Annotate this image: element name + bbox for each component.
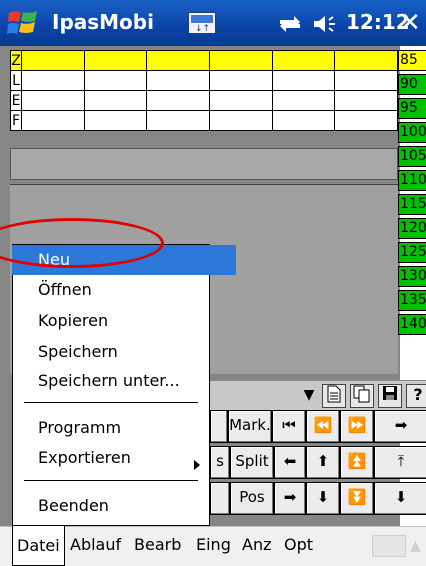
menubar-ablauf[interactable]: Ablauf — [70, 532, 121, 558]
keyboard-icon[interactable] — [372, 535, 406, 557]
menu-item-oeffnen[interactable]: Öffnen — [12, 275, 236, 305]
skip-to-start-button[interactable]: ⏮ — [272, 410, 306, 443]
menubar-anz[interactable]: Anz — [242, 532, 271, 558]
table-cell[interactable] — [83, 110, 148, 131]
fast-back-button[interactable]: ⏪ — [306, 410, 340, 443]
table-cell[interactable] — [271, 90, 336, 111]
table-cell[interactable] — [271, 110, 336, 131]
double-arrow-down-button[interactable]: ⏬ — [340, 482, 374, 515]
row-label: E — [10, 90, 22, 111]
table-row: L — [10, 70, 398, 91]
value-cell[interactable]: 110 — [398, 170, 426, 191]
menu-item-speichern[interactable]: Speichern — [12, 337, 236, 367]
close-button[interactable]: ✕ — [396, 7, 424, 39]
menubar-bearb[interactable]: Bearb — [134, 532, 181, 558]
arrow-down-button[interactable]: ⬇ — [306, 482, 340, 515]
table-cell[interactable] — [83, 70, 148, 91]
pos-button[interactable]: Pos — [230, 482, 274, 515]
value-cell[interactable]: 140 — [398, 314, 426, 335]
table-row: Z — [10, 50, 398, 71]
menu-item-exportieren[interactable]: Exportieren — [12, 443, 236, 473]
value-cell[interactable]: 85 — [398, 50, 426, 71]
value-cell[interactable]: 130 — [398, 266, 426, 287]
copy-document-icon[interactable] — [350, 384, 374, 408]
submenu-arrow-icon — [194, 460, 200, 470]
menu-separator — [24, 402, 198, 403]
save-disk-icon[interactable] — [378, 384, 402, 408]
table-cell[interactable] — [334, 90, 398, 111]
table-cell[interactable] — [208, 90, 273, 111]
connectivity-icon[interactable] — [276, 12, 304, 34]
keyboard-tray-icon[interactable]: ↓↑ — [188, 12, 216, 34]
table-cell[interactable] — [208, 50, 273, 71]
table-cell[interactable] — [208, 110, 273, 131]
table-cell[interactable] — [21, 90, 85, 111]
value-cell[interactable]: 125 — [398, 242, 426, 263]
value-cell[interactable]: 95 — [398, 98, 426, 119]
row-label: Z — [10, 50, 22, 71]
table-row: F — [10, 110, 398, 131]
table-cell[interactable] — [146, 110, 210, 131]
menu-item-speichern-unter[interactable]: Speichern unter... — [12, 366, 236, 396]
arrow-left-button[interactable]: ⬅ — [274, 446, 306, 479]
value-cell[interactable]: 90 — [398, 74, 426, 95]
arrow-up-button[interactable]: ⬆ — [306, 446, 340, 479]
row-label: L — [10, 70, 22, 91]
chevron-down-icon[interactable]: ▼ — [300, 384, 318, 406]
menubar-datei[interactable]: Datei — [12, 526, 65, 566]
table-cell[interactable] — [271, 50, 336, 71]
table-cell[interactable] — [208, 70, 273, 91]
split-button[interactable]: Split — [230, 446, 274, 479]
arrow-down-end-button[interactable]: ⬇ — [374, 482, 426, 515]
data-grid: Z L E F — [10, 50, 398, 131]
table-cell[interactable] — [334, 50, 398, 71]
menu-item-beenden[interactable]: Beenden — [12, 491, 236, 521]
table-cell[interactable] — [146, 70, 210, 91]
value-cell[interactable]: 100 — [398, 122, 426, 143]
value-cell[interactable]: 115 — [398, 194, 426, 215]
table-cell[interactable] — [83, 90, 148, 111]
menubar-eing[interactable]: Eing — [196, 532, 231, 558]
row-label: F — [10, 110, 22, 131]
svg-text:↓↑: ↓↑ — [195, 24, 210, 33]
table-cell[interactable] — [21, 50, 85, 71]
table-cell[interactable] — [21, 110, 85, 131]
table-cell[interactable] — [146, 50, 210, 71]
table-cell[interactable] — [271, 70, 336, 91]
help-icon[interactable]: ? — [406, 384, 426, 408]
speaker-icon[interactable] — [312, 13, 338, 35]
value-cell[interactable]: 120 — [398, 218, 426, 239]
table-cell[interactable] — [334, 70, 398, 91]
value-cell[interactable]: 135 — [398, 290, 426, 311]
table-row: E — [10, 90, 398, 111]
table-cell[interactable] — [21, 70, 85, 91]
chevron-up-icon[interactable]: ▲ — [410, 538, 421, 554]
fast-forward-button[interactable]: ⏩ — [340, 410, 374, 443]
document-icon[interactable] — [322, 384, 346, 408]
app-title: IpasMobi — [52, 10, 154, 34]
info-strip — [10, 148, 398, 180]
table-cell[interactable] — [146, 90, 210, 111]
arrow-up-end-button[interactable]: ⤒ — [374, 446, 426, 479]
menu-item-programm[interactable]: Programm — [12, 413, 236, 443]
table-cell[interactable] — [334, 110, 398, 131]
menu-separator — [24, 480, 198, 481]
value-cell[interactable]: 105 — [398, 146, 426, 167]
arrow-right-small-button[interactable]: ➡ — [274, 482, 306, 515]
table-cell[interactable] — [83, 50, 148, 71]
menubar-opt[interactable]: Opt — [284, 532, 313, 558]
double-arrow-up-button[interactable]: ⏫ — [340, 446, 374, 479]
menu-item-kopieren[interactable]: Kopieren — [12, 306, 236, 336]
windows-flag-icon[interactable] — [6, 7, 40, 39]
arrow-right-button[interactable]: ➡ — [374, 410, 426, 443]
